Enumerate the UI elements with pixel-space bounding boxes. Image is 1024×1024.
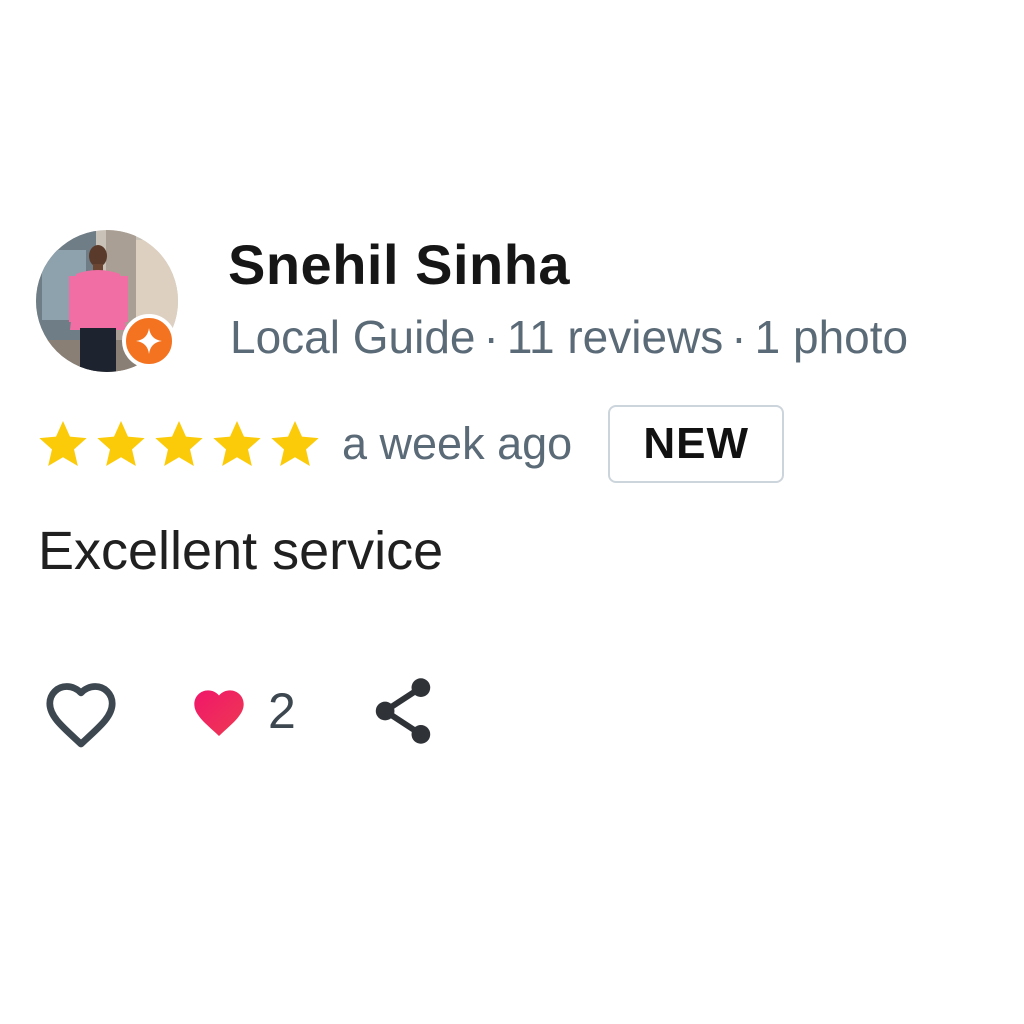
like-count-value: 2 bbox=[268, 683, 296, 739]
reviewer-avatar[interactable] bbox=[36, 230, 178, 372]
photo-count: 1 photo bbox=[754, 311, 909, 363]
review-card: Snehil Sinha Local Guide · 11 reviews · 1 ph… bbox=[0, 0, 1024, 1024]
local-guide-badge-icon bbox=[122, 314, 176, 368]
review-count: 11 reviews bbox=[506, 311, 724, 363]
local-guide-label: Local Guide bbox=[230, 311, 476, 363]
like-button[interactable] bbox=[38, 668, 128, 754]
reviewer-meta: Local Guide · 11 reviews · 1 photo bbox=[230, 310, 908, 364]
meta-separator: · bbox=[483, 311, 499, 363]
meta-separator: · bbox=[731, 311, 747, 363]
review-time: a week ago bbox=[342, 418, 573, 469]
star-icon bbox=[213, 421, 261, 467]
heart-outline-icon bbox=[46, 683, 116, 748]
new-badge: NEW bbox=[608, 405, 785, 483]
star-icon bbox=[155, 421, 203, 467]
star-icon bbox=[271, 421, 319, 467]
star-icon bbox=[97, 421, 145, 467]
share-button[interactable] bbox=[368, 671, 438, 751]
heart-filled-icon bbox=[194, 690, 244, 736]
review-text: Excellent service bbox=[38, 521, 444, 581]
star-icon bbox=[39, 421, 87, 467]
star-rating bbox=[36, 417, 326, 471]
rating-row: a week ago NEW bbox=[36, 404, 785, 484]
like-count[interactable]: 2 bbox=[188, 682, 296, 740]
reviewer-name[interactable]: Snehil Sinha bbox=[228, 232, 570, 297]
review-actions: 2 bbox=[38, 668, 438, 754]
share-icon bbox=[375, 678, 431, 744]
